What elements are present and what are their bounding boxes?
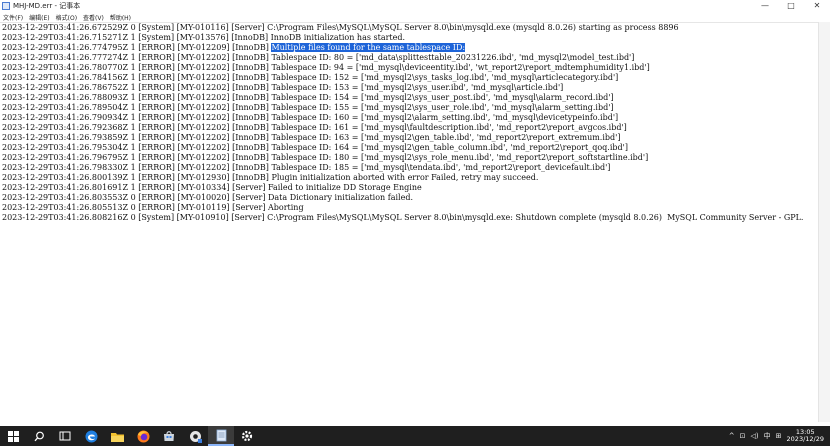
close-button[interactable]: ✕ [804,0,830,12]
menu-format[interactable]: 格式(O) [53,13,80,22]
vertical-scrollbar[interactable] [818,22,830,422]
system-tray: ^ ⊡ ◁) 中 ⊞ 13:05 2023/12/29 [729,426,824,446]
log-line: 2023-12-29T03:41:26.798330Z 1 [ERROR] [M… [2,163,611,172]
log-line: 2023-12-29T03:41:26.792368Z 1 [ERROR] [M… [2,123,627,132]
notepad-app-icon [2,2,10,10]
log-line: 2023-12-29T03:41:26.777274Z 1 [ERROR] [M… [2,53,635,62]
taskbar-clock[interactable]: 13:05 2023/12/29 [787,429,824,443]
search-icon[interactable] [26,426,52,446]
edge-icon[interactable] [78,426,104,446]
menu-file[interactable]: 文件(F) [0,13,26,22]
log-line: 2023-12-29T03:41:26.801691Z 1 [ERROR] [M… [2,183,422,192]
minimize-button[interactable]: — [752,0,778,12]
title-bar: MHJ-MD.err - 记事本 — □ ✕ [0,0,830,12]
log-line: 2023-12-29T03:41:26.795304Z 1 [ERROR] [M… [2,143,628,152]
taskbar: ^ ⊡ ◁) 中 ⊞ 13:05 2023/12/29 [0,426,830,446]
menu-help[interactable]: 帮助(H) [107,13,134,22]
log-line: 2023-12-29T03:41:26.780770Z 1 [ERROR] [M… [2,63,650,72]
log-line: 2023-12-29T03:41:26.803553Z 0 [ERROR] [M… [2,193,413,202]
log-line: 2023-12-29T03:41:26.788093Z 1 [ERROR] [M… [2,93,614,102]
ime-mode-icon[interactable]: ⊞ [776,432,782,440]
log-line: 2023-12-29T03:41:26.796795Z 1 [ERROR] [M… [2,153,649,162]
window-title: MHJ-MD.err - 记事本 [13,2,81,10]
settings-tool-icon[interactable] [182,426,208,446]
gear-icon[interactable] [234,426,260,446]
log-line: 2023-12-29T03:41:26.786752Z 1 [ERROR] [M… [2,83,564,92]
menu-view[interactable]: 查看(V) [80,13,107,22]
log-line: 2023-12-29T03:41:26.715271Z 1 [System] [… [2,33,406,42]
store-icon[interactable] [156,426,182,446]
ime-indicator[interactable]: 中 [764,431,771,441]
log-line: 2023-12-29T03:41:26.790934Z 1 [ERROR] [M… [2,113,619,122]
log-line: 2023-12-29T03:41:26.784156Z 1 [ERROR] [M… [2,73,619,82]
menu-edit[interactable]: 编辑(E) [26,13,52,22]
maximize-button[interactable]: □ [778,0,804,12]
windows-start-icon[interactable] [0,426,26,446]
text-editor[interactable]: 2023-12-29T03:41:26.672529Z 0 [System] [… [0,22,818,422]
notepad-icon[interactable] [208,426,234,446]
log-line: 2023-12-29T03:41:26.793859Z 1 [ERROR] [M… [2,133,621,142]
menu-bar: 文件(F) 编辑(E) 格式(O) 查看(V) 帮助(H) [0,12,830,22]
log-line: 2023-12-29T03:41:26.800139Z 1 [ERROR] [M… [2,173,539,182]
firefox-icon[interactable] [130,426,156,446]
tray-chevron-icon[interactable]: ^ [729,432,735,440]
window-controls: — □ ✕ [752,0,830,12]
log-line: 2023-12-29T03:41:26.808216Z 0 [System] [… [2,213,804,222]
log-line: 2023-12-29T03:41:26.774795Z 1 [ERROR] [M… [2,43,466,52]
selected-text: Multiple files found for the same tables… [271,43,466,52]
network-icon[interactable]: ⊡ [740,432,746,440]
log-line: 2023-12-29T03:41:26.805513Z 0 [ERROR] [M… [2,203,304,212]
log-line: 2023-12-29T03:41:26.672529Z 0 [System] [… [2,23,679,32]
clock-date: 2023/12/29 [786,435,824,443]
log-line: 2023-12-29T03:41:26.789504Z 1 [ERROR] [M… [2,103,614,112]
volume-icon[interactable]: ◁) [751,432,759,440]
file-explorer-icon[interactable] [104,426,130,446]
task-view-icon[interactable] [52,426,78,446]
